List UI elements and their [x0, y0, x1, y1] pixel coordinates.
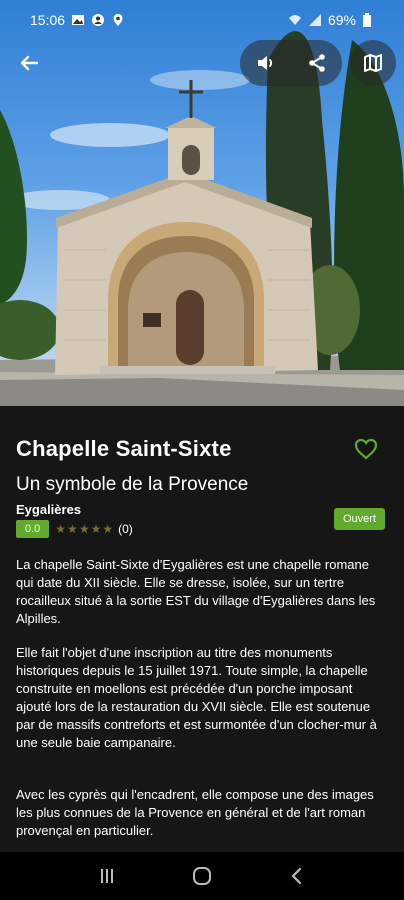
account-icon — [91, 13, 105, 27]
description-paragraph-2: Elle fait l'objet d'une inscription au t… — [16, 645, 377, 750]
description-paragraph-1: La chapelle Saint-Sixte d'Eygalières est… — [16, 557, 376, 626]
back-button[interactable] — [12, 46, 46, 80]
page-subtitle: Un symbole de la Provence — [16, 474, 249, 495]
back-icon — [291, 867, 301, 885]
battery-icon — [362, 13, 376, 27]
top-action-bar — [0, 40, 404, 86]
share-icon — [308, 54, 325, 72]
map-icon — [364, 54, 382, 72]
signal-icon — [308, 13, 322, 27]
description-paragraph-3: Avec les cyprès qui l'encadrent, elle co… — [16, 787, 374, 838]
share-button[interactable] — [306, 52, 328, 74]
system-back-button[interactable] — [277, 856, 317, 896]
town-label: Eygalières — [16, 502, 82, 517]
wifi-icon — [288, 13, 302, 27]
rating-count: (0) — [118, 522, 133, 536]
status-time: 15:06 — [30, 12, 66, 28]
recents-button[interactable] — [87, 856, 127, 896]
place-details: Chapelle Saint-Sixte Un symbole de la Pr… — [0, 406, 404, 852]
map-button[interactable] — [350, 40, 396, 86]
audio-guide-button[interactable] — [255, 52, 277, 74]
arrow-left-icon — [20, 55, 39, 71]
home-icon — [192, 867, 211, 885]
rating-row: 0.0 ★★★★★ (0) — [16, 518, 133, 540]
home-button[interactable] — [182, 856, 222, 896]
system-nav-bar — [0, 852, 404, 900]
rating-stars[interactable]: ★★★★★ — [55, 522, 114, 536]
audio-share-pill — [240, 40, 342, 86]
battery-percent: 69% — [327, 12, 356, 28]
open-status-badge: Ouvert — [334, 508, 386, 530]
heart-outline-icon — [354, 438, 378, 460]
status-bar: 15:06 69% — [0, 0, 404, 40]
gallery-icon — [71, 13, 85, 27]
rating-score-badge: 0.0 — [16, 520, 50, 538]
page-title: Chapelle Saint-Sixte — [16, 436, 232, 461]
location-icon — [111, 13, 125, 27]
speaker-icon — [257, 56, 272, 70]
favorite-button[interactable] — [354, 438, 378, 460]
recents-icon — [101, 869, 114, 883]
